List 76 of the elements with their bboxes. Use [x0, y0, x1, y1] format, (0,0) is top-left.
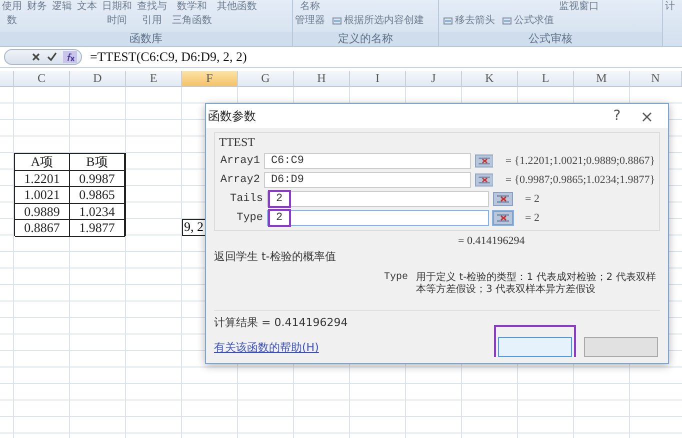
- ribbon-tool-icon: [443, 16, 453, 26]
- argument-result: = {1.2201;1.0021;0.9889;0.8867}: [505, 155, 655, 167]
- parameter-name: Type: [384, 272, 408, 285]
- ribbon-button[interactable]: 其他函数: [216, 0, 258, 14]
- ribbon-button[interactable]: 监视窗口: [558, 0, 600, 14]
- formula-input[interactable]: =TTEST(C6:C9, D6:D9, 2, 2): [90, 49, 247, 65]
- table-cell: 1.0234: [70, 204, 125, 220]
- column-header[interactable]: F: [182, 71, 238, 86]
- ribbon-button[interactable]: 财务: [26, 0, 48, 14]
- ribbon-button[interactable]: 移去箭头: [442, 14, 496, 28]
- ribbon-button[interactable]: 根据所选内容创建: [331, 14, 425, 28]
- argument-result: = 2: [525, 212, 540, 224]
- range-select-icon[interactable]: [474, 154, 494, 168]
- ribbon-group-label: 函数库: [0, 32, 292, 46]
- ribbon-tool-icon: [332, 16, 342, 26]
- ribbon-button[interactable]: 逻辑: [51, 0, 73, 14]
- argument-field[interactable]: 2: [267, 191, 489, 207]
- table-cell: A项: [15, 154, 70, 170]
- table-cell: 0.9865: [70, 187, 125, 204]
- column-header[interactable]: M: [574, 71, 630, 86]
- column-header[interactable]: I: [350, 71, 406, 86]
- ribbon-button[interactable]: 日期和 时间: [101, 0, 133, 28]
- column-header[interactable]: G: [238, 71, 294, 86]
- column-header[interactable]: H: [294, 71, 350, 86]
- column-header[interactable]: N: [630, 71, 682, 86]
- argument-label: Array2: [219, 174, 260, 186]
- range-select-icon[interactable]: [493, 192, 513, 206]
- calculation-result: 计算结果 = 0.414196294: [214, 315, 348, 330]
- argument-field[interactable]: C6:C9: [264, 153, 471, 169]
- help-button[interactable]: ?: [602, 105, 632, 127]
- ribbon-button[interactable]: 计: [664, 0, 676, 14]
- argument-result: = 2: [525, 193, 540, 205]
- ribbon-button[interactable]: 查找与 引用: [136, 0, 168, 28]
- ribbon-button[interactable]: 名称 管理器: [294, 0, 326, 28]
- formula-result: = 0.414196294: [458, 235, 526, 247]
- argument-value: C6:C9: [270, 154, 305, 169]
- argument-value: D6:D9: [270, 173, 305, 188]
- argument-value: 2: [268, 190, 291, 208]
- range-select-icon[interactable]: [474, 173, 494, 187]
- parameter-description: 用于定义 t-检验的类型：1 代表成对检验；2 代表双样本等方差假设；3 代表双样本异方差假设: [416, 272, 657, 296]
- table-cell: B项: [70, 154, 125, 170]
- column-header[interactable]: C: [14, 71, 70, 86]
- function-description: 返回学生 t-检验的概率值: [214, 249, 337, 264]
- function-icon[interactable]: [63, 51, 77, 63]
- help-link[interactable]: 有关该函数的帮助(H): [214, 340, 348, 355]
- check-icon[interactable]: [47, 52, 57, 62]
- argument-result: = {0.9987;0.9865;1.0234;1.9877}: [505, 174, 655, 186]
- ribbon-tool-icon: [502, 16, 512, 26]
- close-button[interactable]: ×: [632, 105, 662, 127]
- argument-label: Array1: [219, 155, 260, 167]
- column-header[interactable]: L: [518, 71, 574, 86]
- table-cell: 0.9987: [70, 170, 125, 187]
- argument-label: Type: [236, 212, 263, 224]
- argument-label: Tails: [228, 193, 263, 205]
- function-name: TTEST: [219, 135, 256, 150]
- ribbon-button[interactable]: 文本: [76, 0, 98, 14]
- cancel-icon[interactable]: [31, 52, 41, 62]
- argument-field[interactable]: 2: [267, 210, 489, 226]
- dialog-button[interactable]: [498, 337, 572, 357]
- dialog-title: 函数参数: [208, 108, 256, 124]
- range-select-icon[interactable]: [493, 211, 513, 225]
- table-cell: 0.9889: [15, 204, 70, 220]
- ribbon-button[interactable]: 使用 数: [1, 0, 23, 28]
- table-cell: 1.2201: [15, 170, 70, 187]
- table-cell: 1.0021: [15, 187, 70, 204]
- ribbon-button[interactable]: 数学和 三角函数: [171, 0, 213, 28]
- column-header[interactable]: J: [406, 71, 462, 86]
- argument-field[interactable]: D6:D9: [264, 172, 471, 188]
- ribbon-group-label: 公式审核: [439, 32, 662, 46]
- ribbon-button[interactable]: 公式求值: [501, 14, 555, 28]
- table-cell: 0.8867: [15, 220, 70, 236]
- ribbon-group-label: 定义的名称: [293, 32, 438, 46]
- column-header[interactable]: D: [70, 71, 126, 86]
- column-header[interactable]: K: [462, 71, 518, 86]
- table-cell: 1.9877: [70, 220, 125, 236]
- argument-value: 2: [268, 209, 291, 227]
